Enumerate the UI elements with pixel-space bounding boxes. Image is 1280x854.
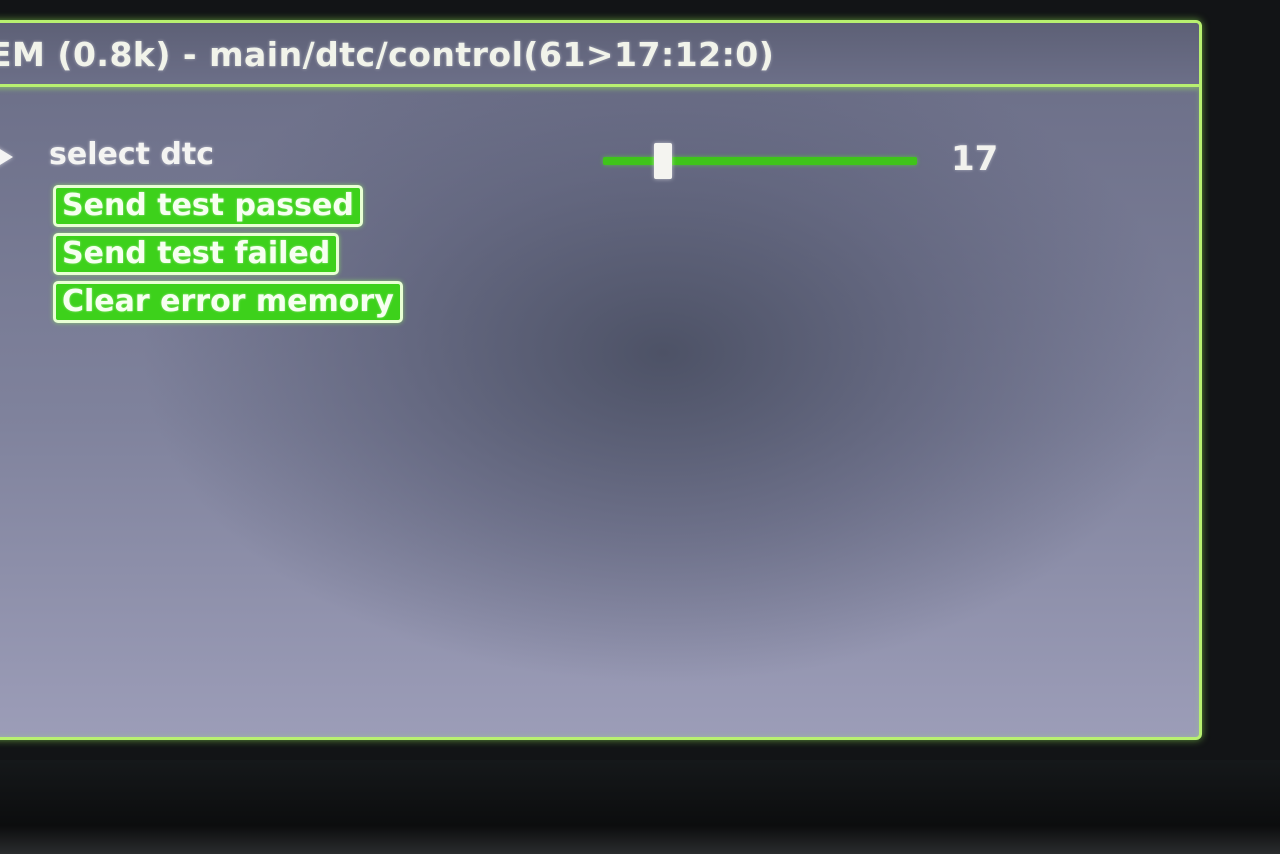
slider-track (603, 157, 917, 165)
page-title: EM (0.8k) - main/dtc/control(61>17:12:0) (0, 35, 775, 74)
dtc-slider[interactable] (603, 143, 917, 179)
select-dtc-label[interactable]: select dtc (49, 137, 214, 172)
send-test-failed-button[interactable]: Send test failed (53, 233, 340, 275)
clear-error-memory-button[interactable]: Clear error memory (53, 281, 403, 323)
slider-thumb[interactable] (654, 143, 672, 179)
send-test-passed-button[interactable]: Send test passed (53, 185, 363, 227)
slider-value: 17 (951, 139, 999, 179)
selection-arrow-icon (0, 146, 13, 168)
title-bar: EM (0.8k) - main/dtc/control(61>17:12:0) (0, 23, 1199, 87)
bezel (0, 760, 1280, 854)
display-screen: EM (0.8k) - main/dtc/control(61>17:12:0)… (0, 20, 1202, 740)
